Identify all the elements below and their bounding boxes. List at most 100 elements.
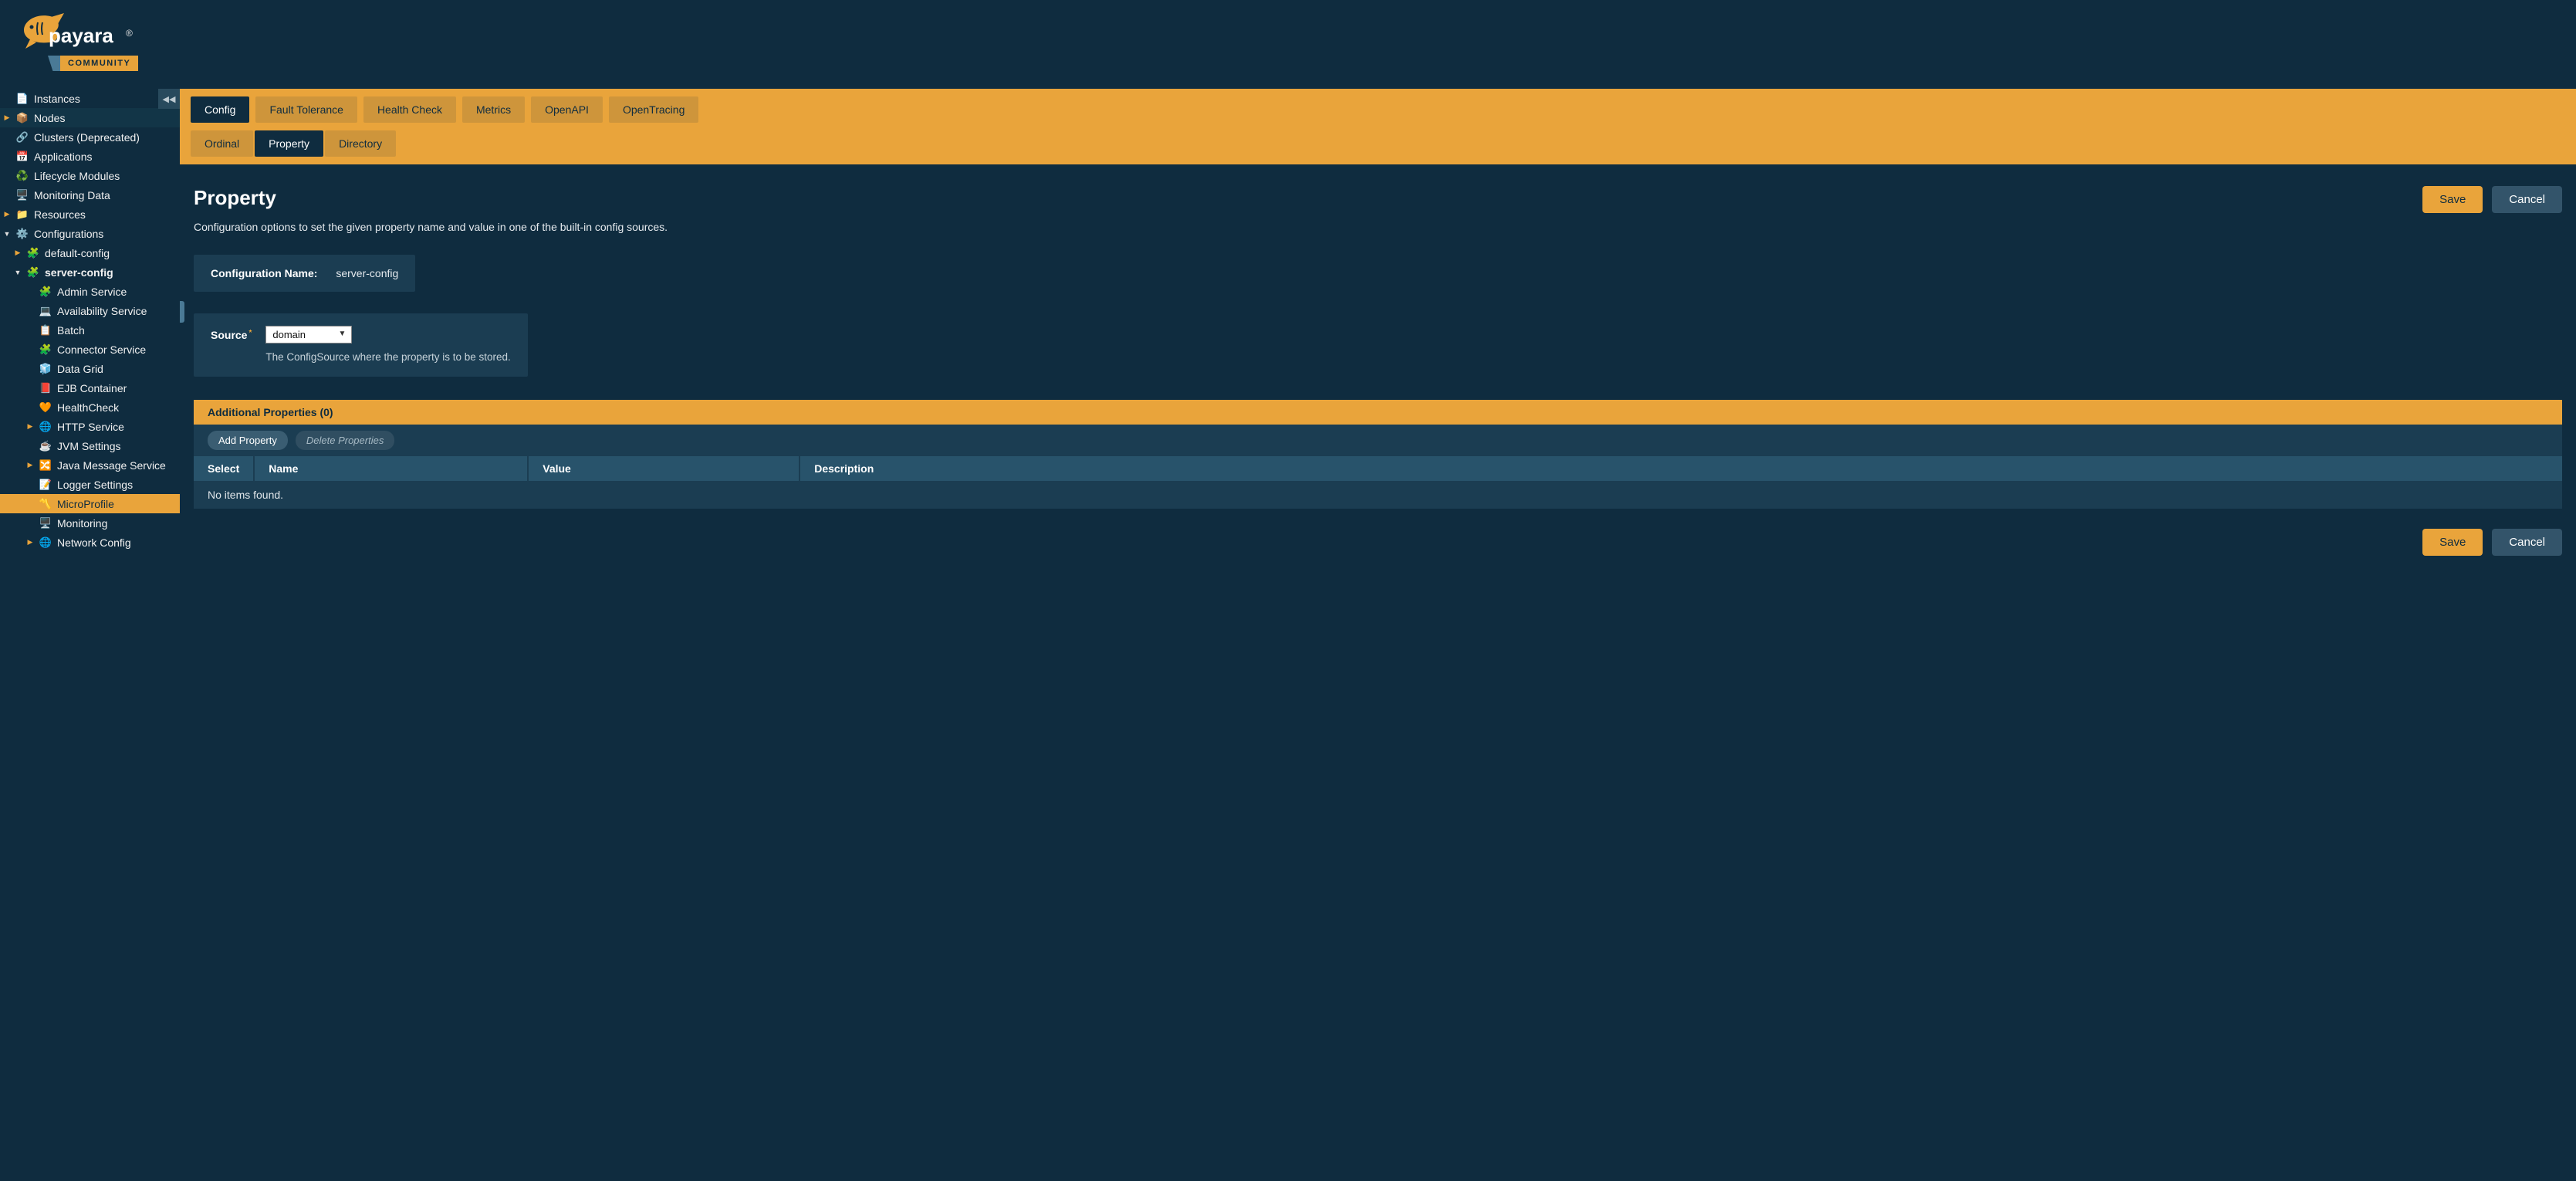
primary-tab-opentracing[interactable]: OpenTracing [609,96,698,123]
tree-node-icon: 🔀 [39,459,52,472]
tree-node-icon: 🧊 [39,363,52,375]
tree-node-icon: 🧩 [39,343,52,356]
sidebar-item-admin-service[interactable]: ▶🧩Admin Service [0,282,180,301]
add-property-button[interactable]: Add Property [208,431,288,450]
chevron-right-icon: ▶ [26,461,34,469]
sidebar-collapse-toggle[interactable]: ◀◀ [158,89,180,109]
registered-mark: ® [126,28,133,39]
col-value[interactable]: Value [528,456,800,481]
sidebar-item-instances[interactable]: ▶📄Instances [0,89,180,108]
configuration-name-block: Configuration Name: server-config [194,255,415,292]
sidebar-item-network-config[interactable]: ▶🌐Network Config [0,533,180,552]
sidebar-item-label: Availability Service [57,305,147,317]
source-hint: The ConfigSource where the property is t… [265,351,510,363]
sidebar-item-label: Configurations [34,228,103,240]
edition-label: COMMUNITY [60,56,138,71]
tab-bar: ConfigFault ToleranceHealth CheckMetrics… [180,89,2576,164]
chevron-double-left-icon: ◀◀ [163,94,176,104]
sidebar-item-jvm-settings[interactable]: ▶☕JVM Settings [0,436,180,455]
secondary-tabs: OrdinalPropertyDirectory [191,130,2565,157]
sidebar-item-monitoring-data[interactable]: ▶🖥️Monitoring Data [0,185,180,205]
primary-tab-health-check[interactable]: Health Check [363,96,456,123]
properties-table-toolbar: Add Property Delete Properties [194,425,2562,456]
tree-node-icon: 🔗 [15,131,29,144]
sidebar-resize-handle[interactable] [180,301,184,323]
config-name-value: server-config [336,267,398,279]
sidebar-item-label: Data Grid [57,363,103,375]
sidebar-item-http-service[interactable]: ▶🌐HTTP Service [0,417,180,436]
sidebar-item-batch[interactable]: ▶📋Batch [0,320,180,340]
sidebar-item-applications[interactable]: ▶📅Applications [0,147,180,166]
config-name-label: Configuration Name: [211,267,317,279]
secondary-tab-property[interactable]: Property [255,130,323,157]
sidebar-item-connector-service[interactable]: ▶🧩Connector Service [0,340,180,359]
primary-tab-openapi[interactable]: OpenAPI [531,96,603,123]
tree-node-icon: 💻 [39,305,52,317]
properties-table-heading: Additional Properties (0) [194,400,2562,425]
sidebar-item-label: default-config [45,247,110,259]
sidebar-item-server-config[interactable]: ▼🧩server-config [0,262,180,282]
delete-properties-button: Delete Properties [296,431,394,450]
sidebar-item-label: Clusters (Deprecated) [34,131,140,144]
chevron-right-icon: ▶ [3,113,11,122]
primary-tab-fault-tolerance[interactable]: Fault Tolerance [255,96,357,123]
sidebar-item-label: server-config [45,266,113,279]
tree-node-icon: ♻️ [15,170,29,182]
chevron-right-icon: ▶ [14,249,22,257]
primary-tab-metrics[interactable]: Metrics [462,96,525,123]
sidebar-item-nodes[interactable]: ▶ 📦 Nodes [0,108,180,127]
sidebar-tree: ▶ 📄 Instances ▶ 📦 Nodes ▶ 🔗 Clusters (Deprecated… [0,89,180,552]
source-select[interactable]: domain [265,326,352,343]
cancel-button-bottom[interactable]: Cancel [2492,529,2562,556]
sidebar-item-label: Monitoring Data [34,189,110,201]
sidebar-item-ejb-container[interactable]: ▶📕EJB Container [0,378,180,398]
sidebar-item-healthcheck[interactable]: ▶🧡HealthCheck [0,398,180,417]
tree-node-icon: 📄 [15,93,29,105]
sidebar-item-data-grid[interactable]: ▶🧊Data Grid [0,359,180,378]
sidebar-item-microprofile[interactable]: ▶〽️MicroProfile [0,494,180,513]
tree-node-icon: 〽️ [39,498,52,510]
sidebar-item-label: Lifecycle Modules [34,170,120,182]
properties-table: Select Name Value Description No items f… [194,456,2562,509]
sidebar-item-label: HTTP Service [57,421,124,433]
required-mark: * [248,329,252,337]
sidebar-item-label: Network Config [57,536,131,549]
sidebar-item-label: Instances [34,93,80,105]
tree-node-icon: 🧩 [26,247,40,259]
col-select[interactable]: Select [194,456,254,481]
sidebar-item-resources[interactable]: ▶📁Resources [0,205,180,224]
save-button-bottom[interactable]: Save [2422,529,2483,556]
sidebar-item-availability-service[interactable]: ▶💻Availability Service [0,301,180,320]
sidebar-item-label: Java Message Service [57,459,166,472]
save-button-top[interactable]: Save [2422,186,2483,213]
col-name[interactable]: Name [254,456,528,481]
sidebar-item-lifecycle-modules[interactable]: ▶♻️Lifecycle Modules [0,166,180,185]
sidebar-item-label: Admin Service [57,286,127,298]
sidebar-item-label: Connector Service [57,343,146,356]
sidebar-item-configurations[interactable]: ▼⚙️Configurations [0,224,180,243]
sidebar-item-logger-settings[interactable]: ▶📝Logger Settings [0,475,180,494]
primary-tab-config[interactable]: Config [191,96,249,123]
tree-node-icon: 🧩 [39,286,52,298]
header: payara ® COMMUNITY [0,0,2576,89]
sidebar-item-clusters-deprecated-[interactable]: ▶🔗Clusters (Deprecated) [0,127,180,147]
tree-node-icon: 🌐 [39,421,52,433]
community-badge: COMMUNITY [48,56,138,71]
sidebar-item-java-message-service[interactable]: ▶ 🔀 Java Message Service [0,455,180,475]
table-empty-row: No items found. [194,481,2562,509]
page-description: Configuration options to set the given p… [194,221,2562,233]
tree-node-icon: 📦 [15,112,29,124]
secondary-tab-ordinal[interactable]: Ordinal [191,130,253,157]
secondary-tab-directory[interactable]: Directory [325,130,396,157]
tree-node-icon: 🌐 [39,536,52,549]
tree-node-icon: 📝 [39,479,52,491]
sidebar-item-label: Nodes [34,112,65,124]
cancel-button-top[interactable]: Cancel [2492,186,2562,213]
source-label: Source* [211,326,250,341]
chevron-right-icon: ▶ [3,210,11,218]
payara-logo: payara [19,12,135,56]
sidebar-item-monitoring[interactable]: ▶🖥️Monitoring [0,513,180,533]
sidebar-item-label: Batch [57,324,85,337]
sidebar-item-default-config[interactable]: ▶ 🧩 default-config [0,243,180,262]
col-description[interactable]: Description [800,456,2562,481]
